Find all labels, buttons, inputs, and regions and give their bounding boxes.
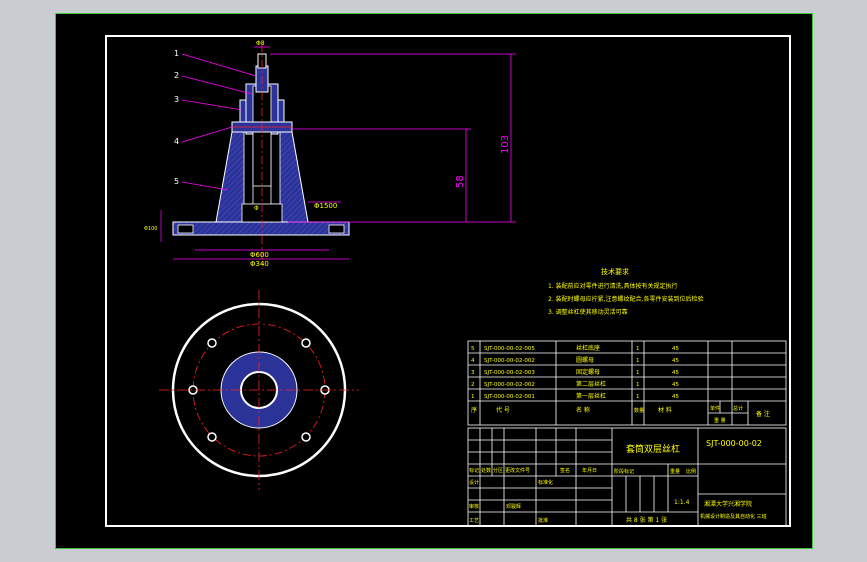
parts-cell-no: 3 bbox=[471, 370, 475, 376]
dim-hole-dia: Φ1500 bbox=[314, 202, 337, 210]
parts-cell-mat: 45 bbox=[672, 358, 679, 364]
header-mat: 材 料 bbox=[658, 406, 672, 414]
parts-list-rows: 5 SJT-000-00-02-005 丝杠底座 1 45 4 SJT-000-00-02-… bbox=[471, 344, 679, 400]
parts-cell-mat: 45 bbox=[672, 346, 679, 352]
label-check: 审核 bbox=[469, 503, 479, 510]
drawing-frame bbox=[105, 35, 791, 527]
bolt-hole bbox=[301, 338, 311, 348]
label-stage-mark: 阶段标记 bbox=[614, 468, 634, 475]
technical-notes: 技术要求 1. 装配前应对零件进行清洗,具体按有关规定执行 2. 装配时螺母应拧… bbox=[548, 267, 703, 316]
label-mark: 标记 bbox=[469, 467, 479, 474]
parts-cell-qty: 1 bbox=[636, 394, 640, 400]
header-remark: 备 注 bbox=[756, 410, 770, 418]
drawing-title: 套筒双层丝杠 bbox=[626, 443, 680, 455]
drawing-number: SJT-000-00-02 bbox=[706, 439, 762, 448]
header-total: 总计 bbox=[733, 405, 743, 412]
label-weight: 重量 bbox=[670, 468, 680, 475]
parts-cell-mat: 45 bbox=[672, 382, 679, 388]
parts-cell-name: 第一层丝杠 bbox=[576, 392, 606, 400]
parts-cell-no: 2 bbox=[471, 382, 475, 388]
label-sign: 签名 bbox=[560, 467, 570, 474]
parts-cell-mat: 45 bbox=[672, 394, 679, 400]
header-qty: 数量 bbox=[634, 407, 644, 414]
parts-cell-qty: 1 bbox=[636, 346, 640, 352]
dim-base-outer: Φ340 bbox=[250, 260, 269, 268]
notes-line-2: 2. 装配时螺母应拧紧,注意螺纹配合,各零件安装到位后检验 bbox=[548, 295, 703, 303]
bolt-hole bbox=[207, 432, 217, 442]
dim-base-height: Φ100 bbox=[144, 226, 157, 232]
dim-height-mid: 58 bbox=[455, 175, 466, 188]
parts-cell-name: 丝杠底座 bbox=[576, 344, 600, 352]
parts-cell-no: 4 bbox=[471, 358, 475, 364]
callout-2: 2 bbox=[174, 71, 179, 80]
parts-cell-code: SJT-000-00-02-002 bbox=[484, 358, 535, 364]
dim-height-total: 103 bbox=[500, 135, 511, 154]
label-standard: 标准化 bbox=[538, 479, 553, 486]
header-weight: 重 量 bbox=[714, 417, 726, 424]
bolt-hole bbox=[207, 338, 217, 348]
base-flange bbox=[172, 221, 350, 236]
parts-cell-name: 第二层丝杠 bbox=[576, 380, 606, 388]
callout-5: 5 bbox=[174, 177, 179, 186]
label-change-doc: 更改文件号 bbox=[505, 467, 530, 474]
parts-cell-mat: 45 bbox=[672, 370, 679, 376]
header-no: 序 bbox=[471, 406, 477, 414]
label-ratio: 比例 bbox=[686, 468, 696, 475]
designer-name: 邓骏辉 bbox=[506, 503, 521, 510]
header-single: 单件 bbox=[710, 405, 720, 412]
front-view: 1 2 3 4 5 Φ8 103 58 Φ1500 Φ Φ100 Φ600 Φ3… bbox=[144, 40, 516, 269]
top-view bbox=[159, 290, 359, 490]
scale-value: 1:1.4 bbox=[674, 499, 690, 506]
project-name: 机械设计制造及其自动化 三班 bbox=[700, 513, 767, 520]
dim-base-width: Φ600 bbox=[250, 251, 269, 259]
notes-line-1: 1. 装配前应对零件进行清洗,具体按有关规定执行 bbox=[548, 282, 678, 290]
header-code: 代 号 bbox=[496, 406, 510, 414]
notes-title: 技术要求 bbox=[601, 267, 629, 276]
dim-top-width: Φ8 bbox=[256, 40, 265, 47]
parts-cell-name: 固定螺母 bbox=[576, 368, 600, 376]
callout-1: 1 bbox=[174, 49, 179, 58]
parts-cell-code: SJT-000-00-02-001 bbox=[484, 394, 535, 400]
callout-4: 4 bbox=[174, 137, 179, 146]
label-zone: 分区 bbox=[493, 467, 503, 474]
label-count: 处数 bbox=[481, 467, 491, 474]
parts-cell-no: 5 bbox=[471, 346, 475, 352]
parts-cell-code: SJT-000-00-02-003 bbox=[484, 370, 535, 376]
cad-drawing[interactable]: 1 2 3 4 5 Φ8 103 58 Φ1500 Φ Φ100 Φ600 Φ3… bbox=[56, 14, 814, 550]
cad-viewport[interactable]: 1 2 3 4 5 Φ8 103 58 Φ1500 Φ Φ100 Φ600 Φ3… bbox=[55, 13, 813, 549]
label-approve: 批准 bbox=[538, 517, 548, 524]
bolt-hole bbox=[301, 432, 311, 442]
label-design: 设计 bbox=[469, 479, 479, 486]
parts-cell-code: SJT-000-00-02-005 bbox=[484, 346, 535, 352]
notes-line-3: 3. 调整丝杠使其移动灵活可靠 bbox=[548, 308, 628, 316]
school-name: 湘潭大学兴湘学院 bbox=[704, 500, 752, 508]
section-label: Φ bbox=[254, 205, 259, 212]
parts-cell-qty: 1 bbox=[636, 382, 640, 388]
parts-cell-qty: 1 bbox=[636, 370, 640, 376]
parts-cell-name: 圆螺母 bbox=[576, 356, 594, 364]
parts-cell-code: SJT-000-00-02-002 bbox=[484, 382, 535, 388]
callout-3: 3 bbox=[174, 95, 179, 104]
sheet-info: 共 8 张 第 1 张 bbox=[626, 516, 667, 524]
header-name: 名 称 bbox=[576, 406, 590, 414]
parts-cell-qty: 1 bbox=[636, 358, 640, 364]
parts-list-header: 序 代 号 名 称 数量 材 料 单件 总计 重 量 备 注 bbox=[471, 405, 770, 424]
label-process: 工艺 bbox=[469, 518, 479, 524]
parts-cell-no: 1 bbox=[471, 394, 475, 400]
label-date: 年月日 bbox=[582, 467, 597, 474]
